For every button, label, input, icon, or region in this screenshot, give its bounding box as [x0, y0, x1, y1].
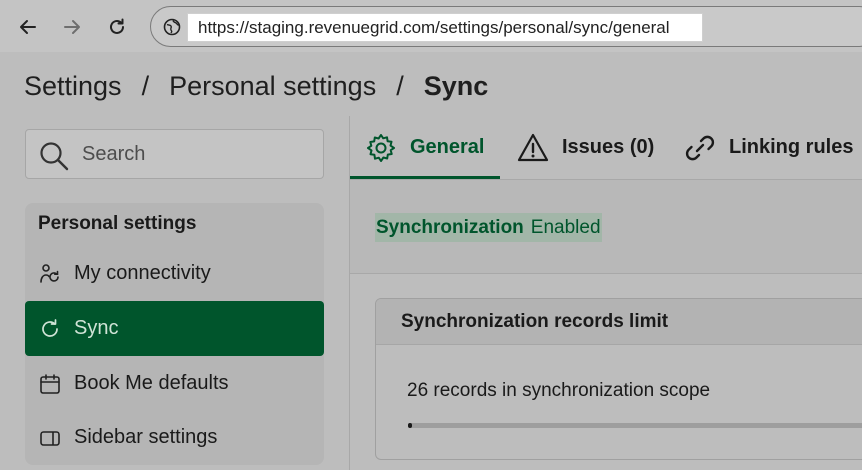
browser-toolbar: https://staging.revenuegrid.com/settings… — [0, 0, 862, 52]
reload-button[interactable] — [101, 11, 133, 43]
forward-button[interactable] — [56, 11, 88, 43]
tab-label: General — [410, 136, 485, 158]
tab-label: Linking rules — [729, 136, 854, 158]
breadcrumb-personal-settings[interactable]: Personal settings — [169, 71, 376, 102]
reload-icon — [110, 18, 124, 34]
sidebar-item-label: Sidebar settings — [74, 426, 218, 448]
records-progress-fill — [408, 423, 412, 428]
nav-section-title: Personal settings — [38, 213, 197, 234]
sidebar-item-label: My connectivity — [74, 262, 211, 284]
site-info-icon[interactable] — [163, 18, 181, 36]
back-button[interactable] — [12, 11, 44, 43]
breadcrumb-separator: / — [141, 70, 150, 101]
sync-status-strip: Synchronization Enabled — [350, 180, 862, 274]
records-progress-bar — [408, 423, 862, 428]
tab-general[interactable]: General — [364, 116, 484, 179]
warning-triangle-icon — [517, 133, 549, 161]
records-count-text: 26 records in synchronization scope — [407, 380, 711, 401]
breadcrumb-current: Sync — [423, 70, 489, 101]
connectivity-icon — [38, 262, 62, 286]
sidebar-item-my-connectivity[interactable]: My connectivity — [25, 246, 324, 301]
card-title: Synchronization records limit — [376, 299, 862, 345]
sync-status-label: Synchronization — [376, 216, 524, 238]
records-limit-card: Synchronization records limit 26 records… — [375, 298, 862, 460]
tab-issues[interactable]: Issues (0) — [516, 116, 654, 179]
tab-label: Issues (0) — [562, 136, 655, 158]
sync-tabs: General Issues (0) Linking rules — [350, 116, 862, 180]
link-icon — [685, 135, 715, 160]
arrow-left-icon — [20, 20, 36, 34]
breadcrumb-settings[interactable]: Settings — [24, 71, 122, 102]
sync-status-value: Enabled — [530, 216, 601, 238]
sync-icon — [38, 317, 62, 341]
breadcrumb: Settings / Personal settings / Sync — [24, 66, 488, 106]
personal-settings-nav: Personal settings My connectivity Sync B… — [25, 203, 324, 465]
active-tab-indicator — [350, 176, 500, 179]
search-box[interactable] — [25, 129, 324, 179]
breadcrumb-separator: / — [396, 70, 404, 101]
sidebar-item-book-me-defaults[interactable]: Book Me defaults — [25, 356, 324, 411]
search-icon — [40, 142, 69, 171]
arrow-right-icon — [64, 20, 80, 34]
sidebar-item-sidebar-settings[interactable]: Sidebar settings — [25, 410, 324, 465]
tab-linking-rules[interactable]: Linking rules — [683, 116, 853, 179]
url-text[interactable]: https://staging.revenuegrid.com/settings… — [187, 13, 703, 42]
sidebar-item-label: Sync — [74, 317, 119, 339]
address-bar[interactable]: https://staging.revenuegrid.com/settings… — [150, 6, 862, 47]
calendar-icon — [38, 372, 62, 396]
search-input[interactable] — [82, 138, 312, 170]
sidebar-panel-icon — [38, 426, 62, 450]
sidebar-item-sync[interactable]: Sync — [25, 301, 324, 356]
sidebar-item-label: Book Me defaults — [74, 372, 229, 394]
gear-icon — [367, 133, 395, 162]
sync-status-badge: Synchronization Enabled — [375, 213, 602, 242]
